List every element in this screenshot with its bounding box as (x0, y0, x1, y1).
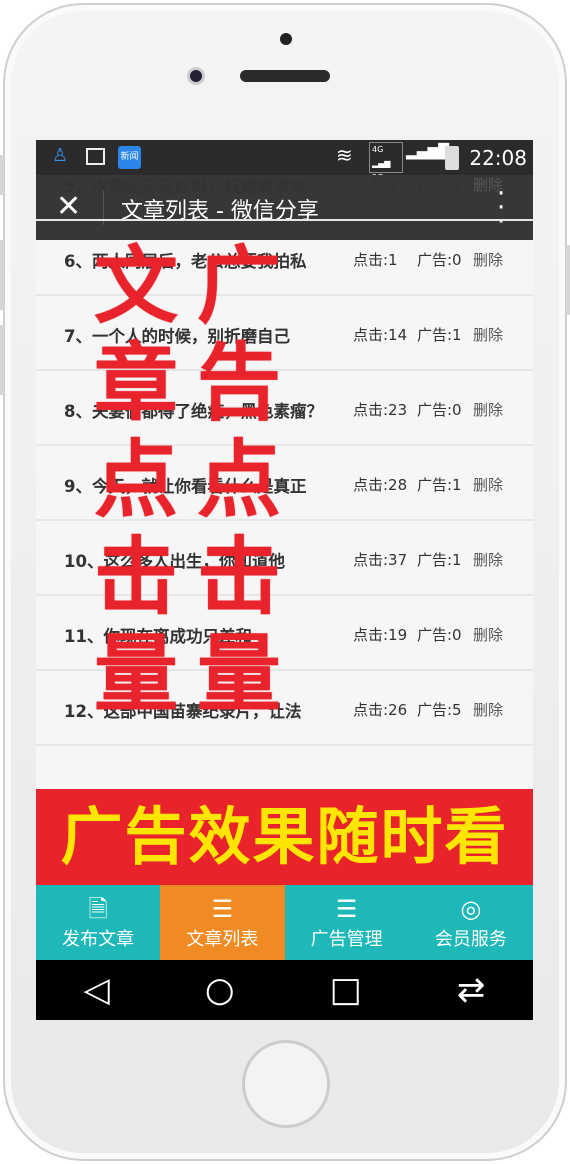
ad-count: 广告:1 (417, 476, 462, 494)
home-circle-icon[interactable]: ○ (205, 970, 235, 1010)
mute-switch (0, 155, 4, 195)
click-count: 点击:23 (353, 401, 408, 419)
list-icon: ☰ (211, 895, 234, 923)
tab-label: 文章列表 (186, 929, 259, 950)
bottom-tab-bar: 🗎 发布文章 ☰ 文章列表 ☰ 广告管理 ◎ 会员服务 (36, 885, 533, 960)
delete-link[interactable]: 删除 (473, 624, 503, 645)
overlay-char: 广 (196, 237, 281, 335)
delete-link[interactable]: 删除 (473, 324, 503, 345)
list-icon: ☰ (335, 895, 358, 923)
tab-label: 发布文章 (62, 929, 135, 950)
document-icon: 🗎 (88, 895, 108, 923)
home-button[interactable] (242, 1040, 330, 1128)
click-count: 点击:37 (353, 551, 408, 569)
tab-publish-article[interactable]: 🗎 发布文章 (36, 885, 160, 960)
click-count: 点击:26 (353, 701, 408, 719)
recent-apps-icon[interactable]: □ (330, 970, 362, 1010)
overlay-char: 量 (196, 625, 281, 723)
overlay-char: 击 (93, 528, 178, 626)
ad-count: 广告:0 (417, 626, 462, 644)
overlay-char: 量 (93, 625, 178, 723)
article-title[interactable]: 5、中国经济还好吗？权威解读来 (64, 173, 349, 197)
user-circle-icon: ◎ (460, 895, 482, 923)
overlay-char: 章 (93, 334, 178, 432)
click-count: 点击:1 (353, 176, 398, 194)
front-camera (187, 67, 205, 85)
overlay-char: 点 (196, 431, 281, 529)
earpiece-speaker (240, 70, 330, 82)
tab-member-service[interactable]: ◎ 会员服务 (409, 885, 533, 960)
ad-count: 广告:0 (417, 401, 462, 419)
overlay-char: 点 (93, 431, 178, 529)
proximity-sensor (280, 33, 292, 45)
click-count: 点击:19 (353, 626, 408, 644)
delete-link[interactable]: 删除 (473, 399, 503, 420)
ad-count: 广告:1 (417, 326, 462, 344)
overlay-char: 告 (196, 334, 281, 432)
android-nav-bar: ◁ ○ □ ⇄ (36, 960, 533, 1020)
delete-link[interactable]: 删除 (473, 549, 503, 570)
click-count: 点击:28 (353, 476, 408, 494)
promo-banner: 广告效果随时看 (36, 789, 533, 885)
power-button (566, 245, 570, 315)
ad-count: 广告:5 (417, 701, 462, 719)
tab-label: 广告管理 (310, 929, 383, 950)
delete-link[interactable]: 删除 (473, 474, 503, 495)
table-row[interactable]: 5、中国经济还好吗？权威解读来 点击:1 广告:1 删除 (36, 146, 533, 221)
delete-link[interactable]: 删除 (473, 249, 503, 270)
tab-ad-management[interactable]: ☰ 广告管理 (285, 885, 409, 960)
click-count: 点击:14 (353, 326, 408, 344)
back-icon[interactable]: ◁ (84, 970, 110, 1010)
screen: ♙ 新闻 ≋ 4G ▂▄▆2G ▂▄▆ ▂▄▆█ 22:08 ✕ 文章列表 - … (36, 140, 533, 1020)
overlay-text-right: 广 告 点 击 量 (194, 238, 284, 723)
delete-link[interactable]: 删除 (473, 699, 503, 720)
ad-count: 广告:1 (417, 176, 462, 194)
overlay-char: 文 (93, 237, 178, 335)
ad-count: 广告:1 (417, 551, 462, 569)
overlay-text-left: 文 章 点 击 量 (91, 238, 181, 723)
volume-down-button (0, 325, 4, 395)
delete-link[interactable]: 删除 (473, 174, 503, 195)
click-count: 点击:1 (353, 251, 398, 269)
tab-label: 会员服务 (434, 929, 507, 950)
overlay-char: 击 (196, 528, 281, 626)
switch-icon[interactable]: ⇄ (457, 970, 486, 1010)
tab-article-list[interactable]: ☰ 文章列表 (160, 885, 285, 960)
volume-up-button (0, 240, 4, 310)
ad-count: 广告:0 (417, 251, 462, 269)
